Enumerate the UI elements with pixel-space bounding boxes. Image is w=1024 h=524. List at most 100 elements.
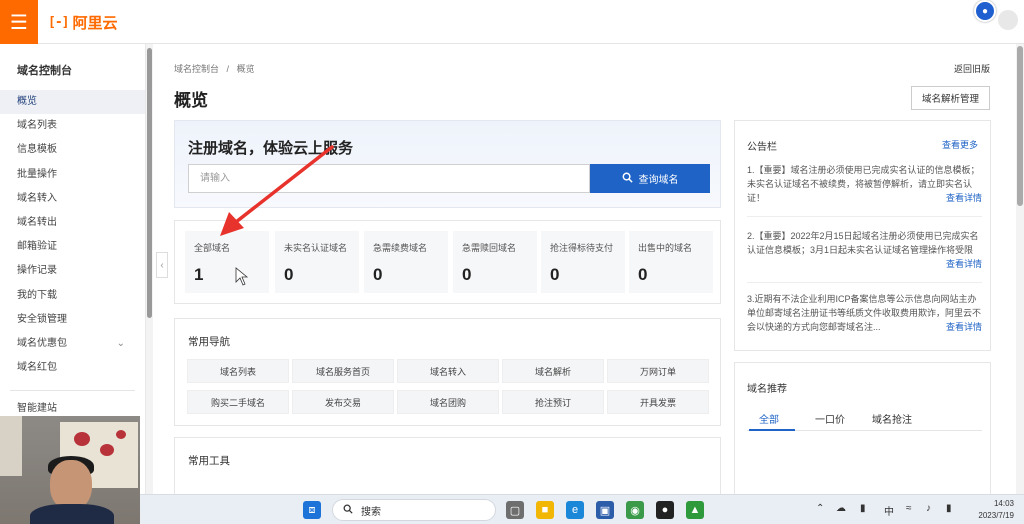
notice-detail-link[interactable]: 查看详情 [946, 191, 982, 205]
register-domain-card: 注册域名，体验云上服务 请输入 查询域名 [174, 120, 721, 208]
stat-unverified-domains[interactable]: 未实名认证域名 0 [275, 231, 359, 293]
tab-backorder[interactable]: 域名抢注 [872, 411, 912, 426]
tray-cloud-icon[interactable]: ☁ [836, 503, 846, 514]
stat-all-domains[interactable]: 全部域名 1 [185, 231, 269, 293]
dns-management-button[interactable]: 域名解析管理 [911, 86, 990, 110]
sidebar-item-transfer-out[interactable]: 域名转出 [0, 211, 145, 235]
sidebar-item-info-template[interactable]: 信息模板 [0, 138, 145, 162]
nav-backorder[interactable]: 抢注预订 [502, 390, 604, 414]
sidebar-item-label: 我的下载 [17, 289, 57, 301]
taskbar-search-label: 搜索 [361, 506, 381, 518]
notice-detail-link[interactable]: 查看详情 [946, 320, 982, 334]
task-view-icon[interactable]: ▢ [506, 501, 524, 519]
back-to-old-version-link[interactable]: 返回旧版 [954, 62, 990, 75]
sidebar-item-discount-pack[interactable]: 域名优惠包 ⌄ [0, 332, 145, 356]
app-globe-icon[interactable]: ◉ [626, 501, 644, 519]
hamburger-menu-button[interactable]: ☰ [0, 0, 38, 44]
file-explorer-icon[interactable]: ■ [536, 501, 554, 519]
nav-group-buy[interactable]: 域名团购 [397, 390, 499, 414]
sidebar-item-red-packet[interactable]: 域名红包 [0, 356, 145, 380]
breadcrumb-root[interactable]: 域名控制台 [174, 64, 219, 74]
nav-wanwang-orders[interactable]: 万网订单 [607, 359, 709, 383]
windows-start-icon[interactable]: ⧈ [303, 501, 321, 519]
sidebar-item-security-lock[interactable]: 安全锁管理 [0, 308, 145, 332]
common-tools-card: 常用工具 [174, 437, 721, 497]
stat-value[interactable]: 0 [638, 265, 647, 285]
stat-value[interactable]: 0 [373, 265, 382, 285]
stat-label: 抢注得标待支付 [550, 243, 614, 253]
nav-domain-service-home[interactable]: 域名服务首页 [292, 359, 394, 383]
notice-more-link[interactable]: 查看更多 [942, 138, 978, 151]
sidebar-item-label: 概览 [17, 96, 37, 107]
tray-battery-icon[interactable]: ▮ [946, 503, 952, 514]
user-avatar[interactable] [998, 10, 1018, 30]
sidebar-item-label: 域名红包 [17, 362, 57, 374]
taskbar-clock[interactable]: 14:03 2023/7/19 [970, 498, 1014, 522]
stat-backorder-pending[interactable]: 抢注得标待支付 0 [541, 231, 625, 293]
tab-fixed-price[interactable]: 一口价 [815, 411, 845, 426]
common-nav-card: 常用导航 域名列表 域名服务首页 域名转入 域名解析 万网订单 购买二手域名 发… [174, 318, 721, 426]
stat-on-sale[interactable]: 出售中的域名 0 [629, 231, 713, 293]
sidebar-scroll-thumb[interactable] [147, 48, 152, 318]
stat-label: 未实名认证域名 [284, 243, 348, 253]
notice-board-card: 公告栏 查看更多 1.【重要】域名注册必须使用已完成实名认证的信息模板；未实名认… [734, 120, 991, 351]
page-scroll-thumb[interactable] [1017, 46, 1023, 206]
sidebar-item-overview[interactable]: 概览 [0, 90, 145, 115]
nav-publish-trade[interactable]: 发布交易 [292, 390, 394, 414]
sidebar-item-operation-log[interactable]: 操作记录 [0, 259, 145, 283]
app-record-icon[interactable]: ● [656, 501, 674, 519]
tray-chevron-up-icon[interactable]: ⌃ [816, 503, 824, 514]
stat-renew-urgent[interactable]: 急需续费域名 0 [364, 231, 448, 293]
search-domain-button-label: 查询域名 [638, 175, 679, 186]
search-domain-button[interactable]: 查询域名 [590, 164, 710, 193]
top-bar: ☰ [-] 阿里云 ● [0, 0, 1024, 44]
chevron-left-icon: ‹ [160, 259, 164, 271]
notice-divider [747, 216, 982, 217]
tray-volume-icon[interactable]: ♪ [926, 503, 931, 514]
domain-search-input[interactable]: 请输入 [188, 164, 590, 193]
clock-time: 14:03 [993, 499, 1014, 508]
tab-all[interactable]: 全部 [759, 411, 779, 426]
nav-domain-dns[interactable]: 域名解析 [502, 359, 604, 383]
stat-label: 急需续费域名 [373, 243, 428, 253]
nav-buy-used-domain[interactable]: 购买二手域名 [187, 390, 289, 414]
tray-wifi-icon[interactable]: ≈ [906, 503, 912, 514]
nav-domain-transfer-in[interactable]: 域名转入 [397, 359, 499, 383]
hamburger-icon: ☰ [10, 11, 28, 34]
sidebar-item-transfer-in[interactable]: 域名转入 [0, 187, 145, 211]
app-shield-icon[interactable]: ▲ [686, 501, 704, 519]
sidebar-item-email-verify[interactable]: 邮箱验证 [0, 235, 145, 259]
page-title: 概览 [174, 91, 208, 110]
tray-ime[interactable]: 中 [884, 503, 894, 518]
sidebar-item-label: 域名转出 [17, 216, 57, 228]
store-icon[interactable]: ▣ [596, 501, 614, 519]
domain-recommend-tabs: 全部 一口价 域名抢注 [747, 409, 982, 431]
sidebar-item-batch[interactable]: 批量操作 [0, 163, 145, 187]
assistant-icon[interactable]: ● [974, 0, 996, 22]
stat-label: 全部域名 [194, 243, 231, 253]
stat-value[interactable]: 0 [462, 265, 471, 285]
person-body [30, 504, 114, 524]
brand-mark: [-] [48, 14, 70, 30]
brand-name: 阿里云 [72, 14, 118, 32]
stat-value[interactable]: 0 [284, 265, 293, 285]
nav-invoice[interactable]: 开具发票 [607, 390, 709, 414]
nav-domain-list[interactable]: 域名列表 [187, 359, 289, 383]
sidebar-title: 域名控制台 [17, 65, 72, 77]
aliyun-logo[interactable]: [-] 阿里云 [48, 12, 118, 32]
sidebar-item-label: 信息模板 [17, 144, 57, 156]
sidebar-collapse-button[interactable]: ‹ [156, 252, 168, 278]
sidebar-item-domain-list[interactable]: 域名列表 [0, 114, 145, 138]
sidebar-item-downloads[interactable]: 我的下载 [0, 284, 145, 308]
stat-label: 急需赎回域名 [462, 243, 517, 253]
stat-value[interactable]: 1 [194, 265, 203, 285]
notice-detail-link[interactable]: 查看详情 [946, 257, 982, 271]
notice-board-title: 公告栏 [747, 142, 777, 153]
stat-redeem-urgent[interactable]: 急需赎回域名 0 [453, 231, 537, 293]
notice-text: 1.【重要】域名注册必须使用已完成实名认证的信息模板；未实名认证域名不被续费，将… [747, 165, 980, 203]
stat-value[interactable]: 0 [550, 265, 559, 285]
taskbar-search[interactable]: 搜索 [332, 499, 496, 521]
tray-mic-icon[interactable]: ▮ [860, 503, 866, 514]
sidebar-item-label: 安全锁管理 [17, 313, 67, 325]
edge-browser-icon[interactable]: e [566, 501, 584, 519]
